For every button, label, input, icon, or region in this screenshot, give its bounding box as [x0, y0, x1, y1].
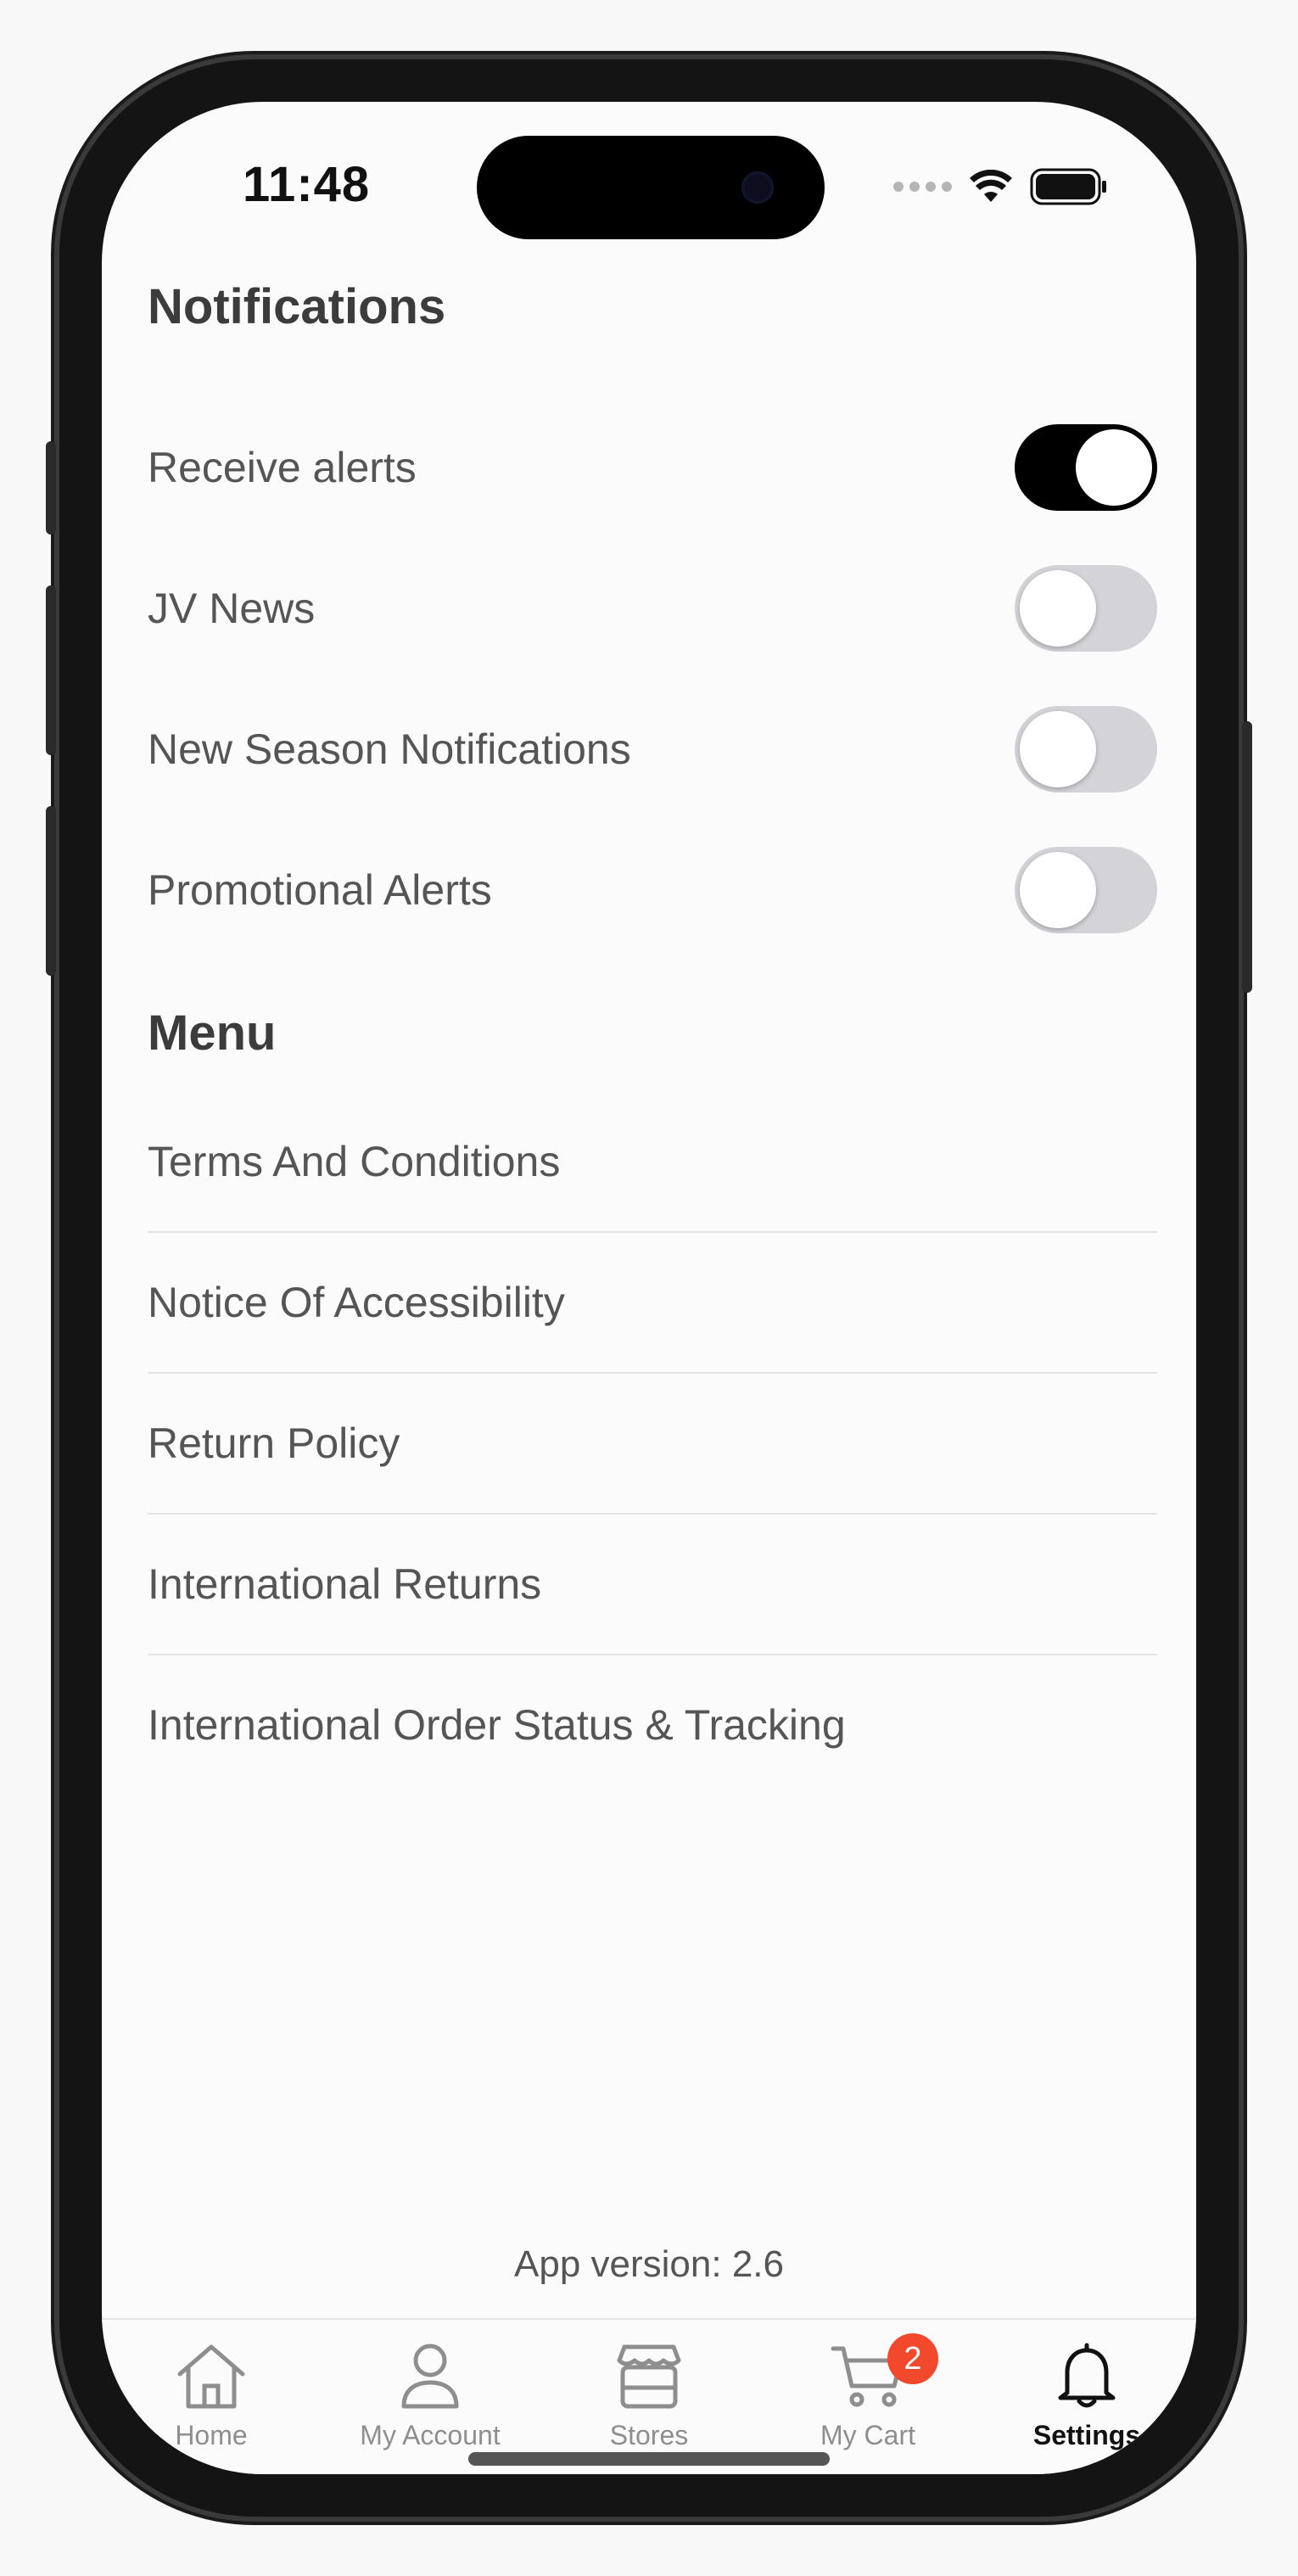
- menu-item-return-policy[interactable]: Return Policy: [148, 1373, 1157, 1515]
- status-time: 11:48: [243, 157, 371, 212]
- switch-knob: [1076, 429, 1152, 506]
- menu-item-label: International Returns: [148, 1560, 542, 1608]
- tab-bar: Home My Account Stores 2 My Cart Setting…: [102, 2318, 1196, 2474]
- status-indicators: [893, 168, 1108, 205]
- person-icon: [401, 2344, 459, 2409]
- menu-title: Menu: [148, 1005, 277, 1061]
- store-icon: [617, 2344, 681, 2409]
- cellular-signal-icon: [893, 182, 952, 192]
- action-button: [46, 441, 56, 535]
- cart-badge: 2: [887, 2333, 938, 2384]
- power-button: [1242, 721, 1252, 993]
- new-season-switch[interactable]: [1015, 706, 1157, 792]
- battery-icon: [1030, 168, 1106, 205]
- tab-label: Settings: [1032, 2420, 1141, 2450]
- home-indicator[interactable]: [468, 2452, 830, 2466]
- tab-settings[interactable]: Settings: [977, 2335, 1196, 2462]
- promotional-alerts-switch[interactable]: [1015, 847, 1157, 933]
- bell-icon: [1058, 2343, 1116, 2408]
- menu-item-terms[interactable]: Terms And Conditions: [148, 1091, 1157, 1233]
- receive-alerts-switch[interactable]: [1015, 424, 1157, 511]
- screen: 11:48 Notifications Receive alerts JV Ne…: [102, 102, 1196, 2474]
- switch-knob: [1020, 711, 1096, 787]
- menu-item-accessibility[interactable]: Notice Of Accessibility: [148, 1232, 1157, 1374]
- menu-item-international-returns[interactable]: International Returns: [148, 1514, 1157, 1655]
- menu-item-label: International Order Status & Tracking: [148, 1700, 846, 1749]
- toggle-row-jv-news: JV News: [148, 562, 1157, 655]
- switch-knob: [1020, 570, 1096, 647]
- jv-news-switch[interactable]: [1015, 565, 1157, 652]
- toggle-label: Receive alerts: [148, 444, 417, 491]
- menu-item-label: Notice Of Accessibility: [148, 1278, 565, 1326]
- volume-down-button: [46, 806, 56, 976]
- notifications-title: Notifications: [148, 279, 446, 334]
- toggle-label: Promotional Alerts: [148, 866, 492, 914]
- phone-frame: 11:48 Notifications Receive alerts JV Ne…: [46, 59, 1252, 2517]
- front-camera: [741, 171, 774, 204]
- tab-my-cart[interactable]: 2 My Cart: [758, 2333, 977, 2462]
- volume-up-button: [46, 585, 56, 755]
- tab-home[interactable]: Home: [102, 2335, 321, 2462]
- tab-stores[interactable]: Stores: [540, 2335, 758, 2462]
- tab-label: My Cart: [820, 2420, 915, 2450]
- switch-knob: [1020, 852, 1096, 928]
- toggle-row-receive-alerts: Receive alerts: [148, 421, 1157, 514]
- tab-my-account[interactable]: My Account: [321, 2335, 540, 2462]
- wifi-icon: [970, 170, 1012, 202]
- tab-label: My Account: [360, 2420, 501, 2450]
- toggle-label: JV News: [148, 585, 316, 632]
- toggle-label: New Season Notifications: [148, 725, 631, 773]
- home-icon: [177, 2344, 245, 2409]
- toggle-row-new-season: New Season Notifications: [148, 703, 1157, 796]
- menu-item-order-tracking[interactable]: International Order Status & Tracking: [148, 1655, 1157, 1795]
- app-version: App version: 2.6: [514, 2243, 784, 2285]
- tab-label: Home: [175, 2420, 248, 2450]
- tab-label: Stores: [609, 2420, 689, 2450]
- toggle-row-promotional: Promotional Alerts: [148, 843, 1157, 937]
- menu-item-label: Return Policy: [148, 1419, 400, 1467]
- menu-item-label: Terms And Conditions: [148, 1137, 561, 1185]
- dynamic-island: [477, 136, 825, 239]
